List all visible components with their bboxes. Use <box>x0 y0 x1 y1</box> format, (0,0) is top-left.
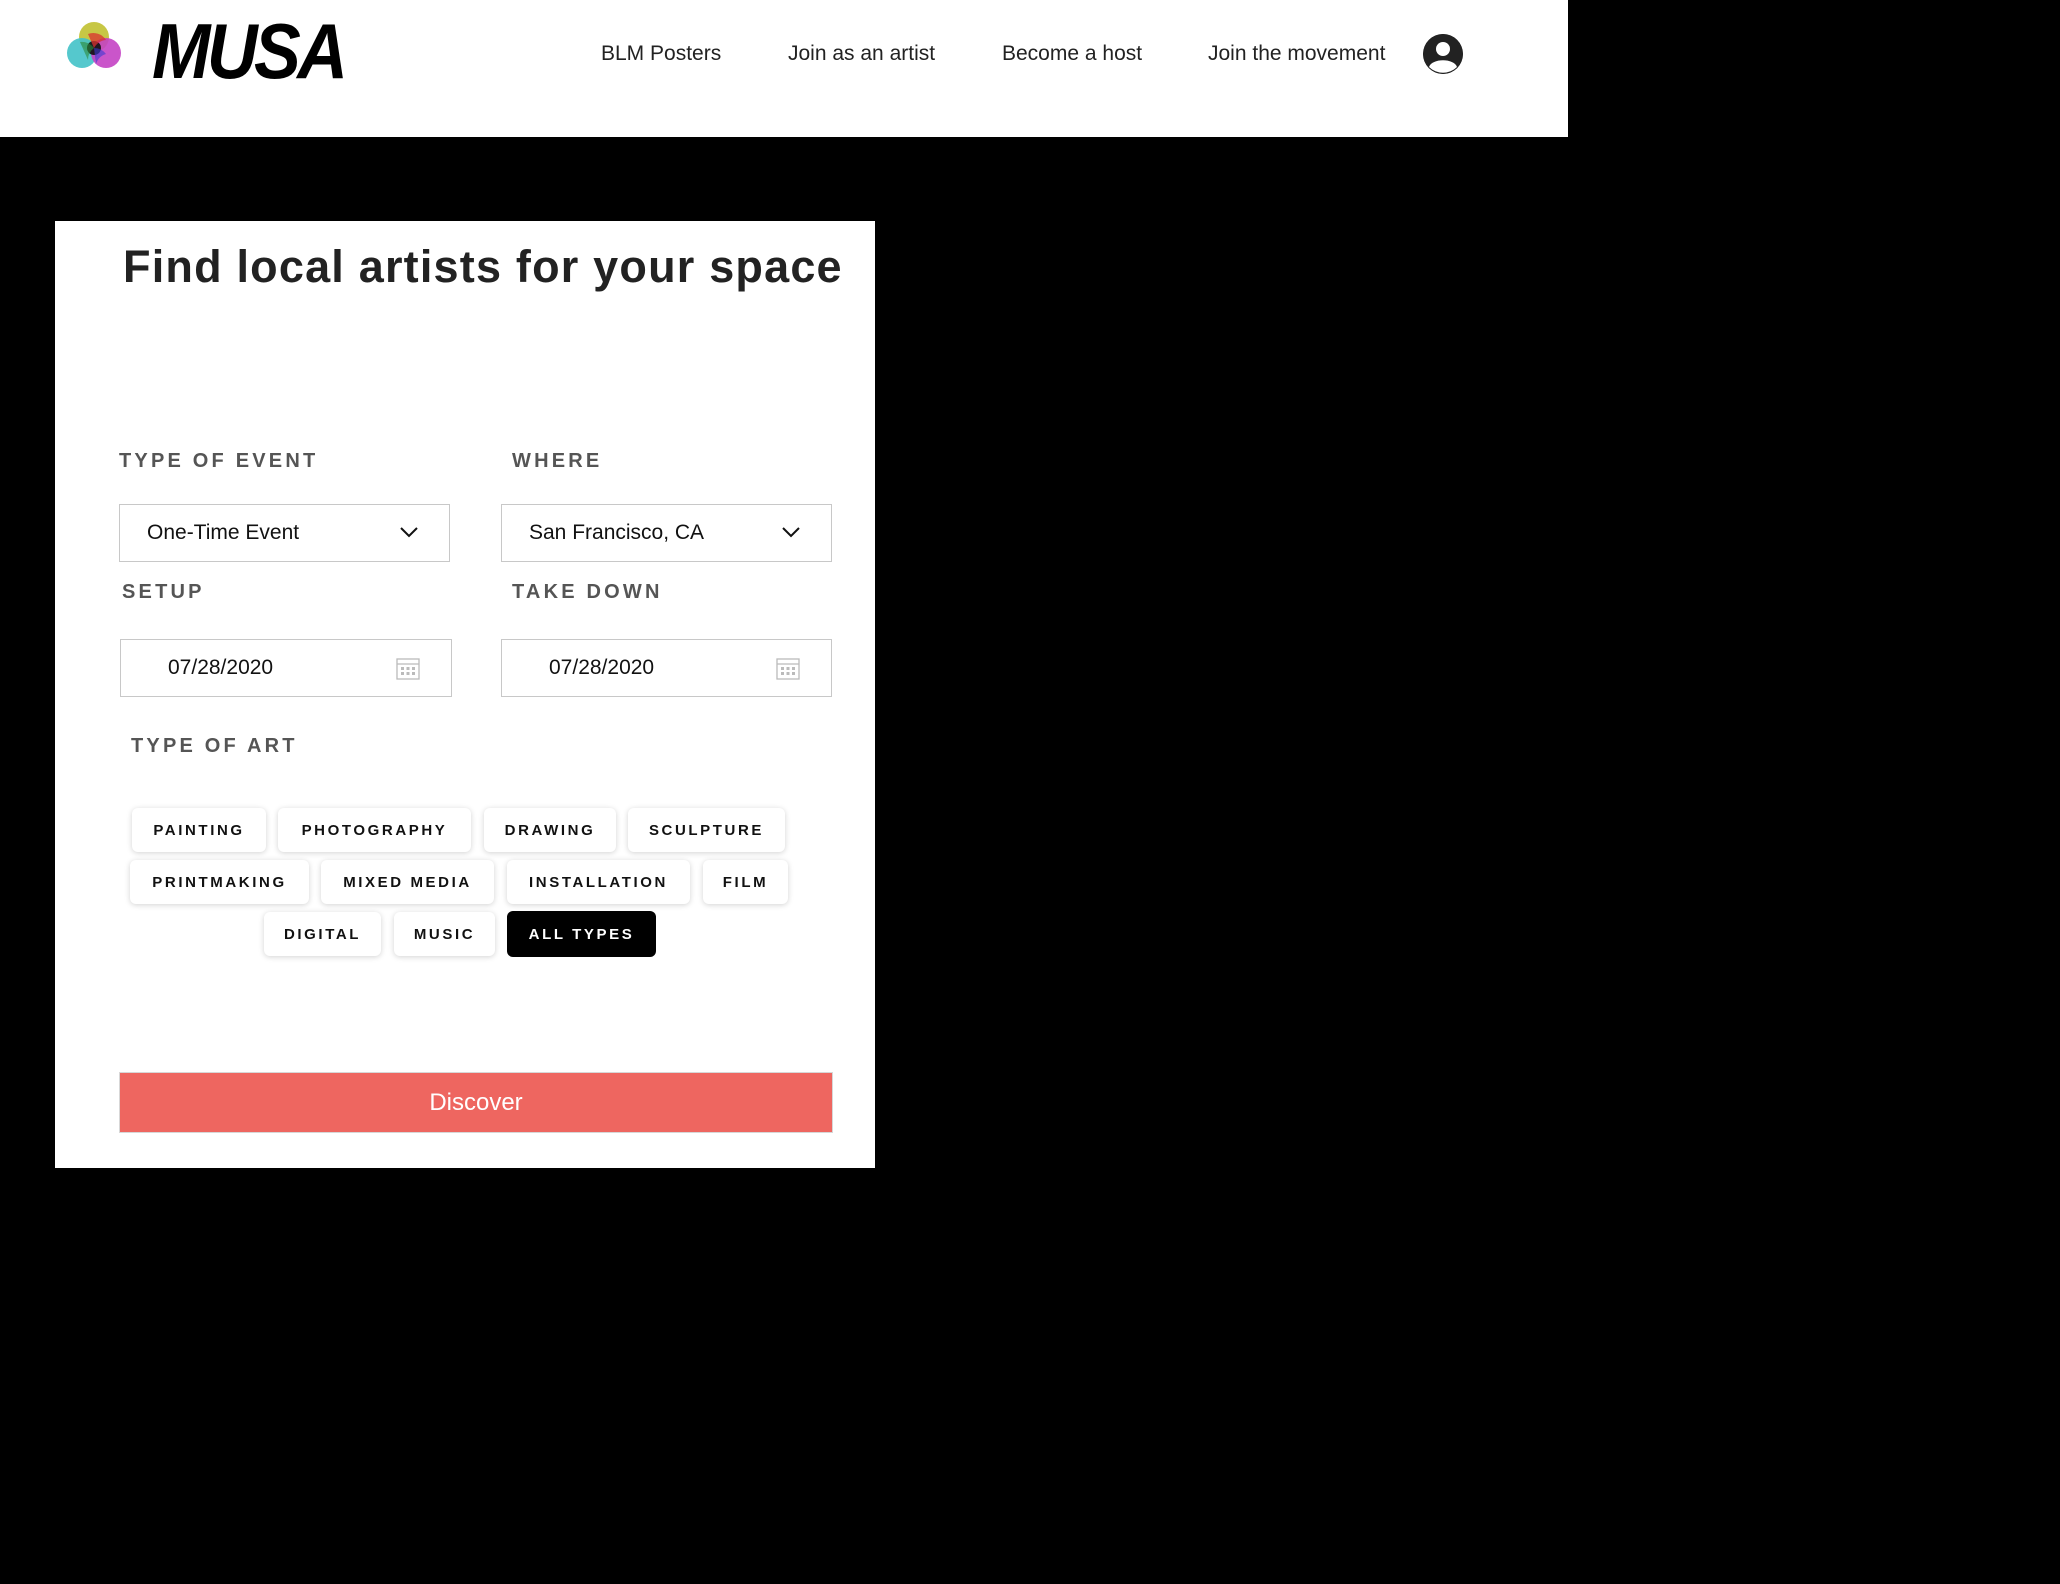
chip-digital[interactable]: DIGITAL <box>264 912 381 956</box>
setup-date-input[interactable]: 07/28/2020 <box>120 639 452 697</box>
site-header: MUSA BLM Posters Join as an artist Becom… <box>0 0 1568 137</box>
chip-all-types[interactable]: ALL TYPES <box>507 911 656 957</box>
where-value: San Francisco, CA <box>529 521 705 544</box>
where-select[interactable]: San Francisco, CA <box>501 504 832 562</box>
event-type-select[interactable]: One-Time Event <box>119 504 450 562</box>
chip-mixed-media[interactable]: MIXED MEDIA <box>321 860 494 904</box>
calendar-icon[interactable] <box>776 657 800 680</box>
page-title: Find local artists for your space <box>123 241 843 292</box>
event-type-label: TYPE OF EVENT <box>119 450 319 472</box>
user-avatar-icon[interactable] <box>1423 34 1463 74</box>
nav-become-a-host[interactable]: Become a host <box>1002 42 1142 66</box>
chevron-down-icon <box>400 527 418 538</box>
nav-blm-posters[interactable]: BLM Posters <box>601 42 721 66</box>
nav-join-the-movement[interactable]: Join the movement <box>1208 42 1385 66</box>
take-down-date-input[interactable]: 07/28/2020 <box>501 639 832 697</box>
musa-logo-icon[interactable] <box>66 20 124 74</box>
where-label: WHERE <box>512 450 603 472</box>
musa-logo-wordmark[interactable]: MUSA <box>152 6 348 96</box>
chip-painting[interactable]: PAINTING <box>132 808 266 852</box>
calendar-icon[interactable] <box>396 657 420 680</box>
nav-join-as-artist[interactable]: Join as an artist <box>788 42 935 66</box>
chip-film[interactable]: FILM <box>703 860 788 904</box>
chip-sculpture[interactable]: SCULPTURE <box>628 808 785 852</box>
discover-button[interactable]: Discover <box>119 1072 833 1133</box>
chip-music[interactable]: MUSIC <box>394 912 495 956</box>
art-type-label: TYPE OF ART <box>131 735 298 757</box>
take-down-label: TAKE DOWN <box>512 581 663 603</box>
chip-installation[interactable]: INSTALLATION <box>507 860 690 904</box>
chip-printmaking[interactable]: PRINTMAKING <box>130 860 309 904</box>
chip-drawing[interactable]: DRAWING <box>484 808 616 852</box>
search-card: Find local artists for your space TYPE O… <box>55 221 875 1168</box>
event-type-value: One-Time Event <box>147 521 300 544</box>
chip-photography[interactable]: PHOTOGRAPHY <box>278 808 471 852</box>
setup-date-value: 07/28/2020 <box>168 656 274 679</box>
take-down-date-value: 07/28/2020 <box>549 656 655 679</box>
chevron-down-icon <box>782 527 800 538</box>
setup-label: SETUP <box>122 581 205 603</box>
